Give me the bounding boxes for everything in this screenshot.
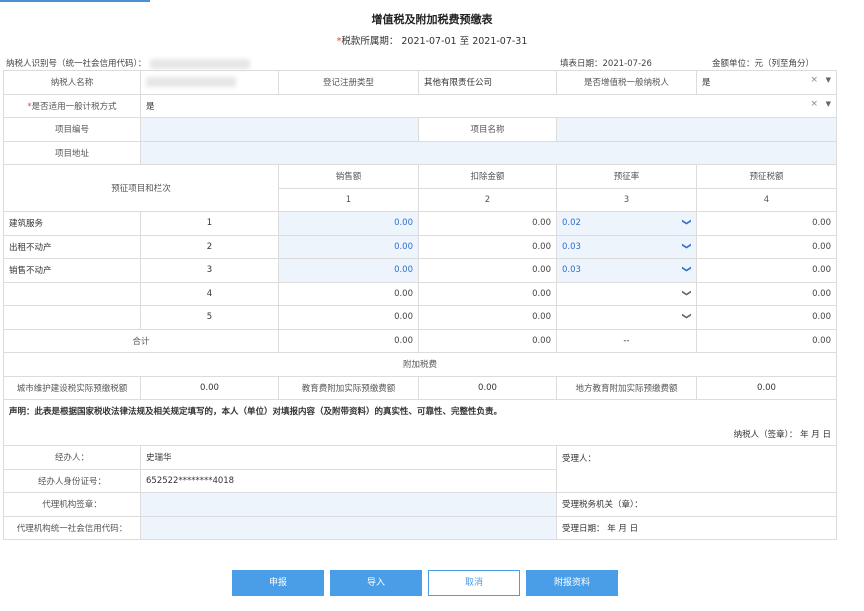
period-from: 2021-07-01 [401, 36, 457, 47]
period-sep: 至 [459, 36, 470, 47]
agency-sign-label: 代理机构签章： [3, 492, 141, 517]
accept-date-label: 受理日期： 年 月 日 [556, 515, 837, 540]
cancel-button[interactable]: 取消 [428, 570, 520, 596]
surtax-section-label: 附加税费 [3, 352, 837, 377]
handler-value: 史瑞华 [140, 445, 557, 470]
period-to: 2021-07-31 [472, 36, 528, 47]
simple-method-select[interactable]: 是 × ▼ [140, 93, 837, 118]
city-tax-label: 城市维护建设税实际预缴税额 [3, 375, 141, 400]
row-simple-method: *是否适用一般计税方式 是 × ▼ [3, 93, 837, 118]
sales-input[interactable]: 0.00 [278, 211, 419, 236]
deduct-value: 0.00 [418, 211, 557, 236]
item-label: 预征项目和栏次 [3, 164, 279, 212]
chevron-down-icon[interactable]: ❯ [681, 242, 691, 250]
total-label: 合计 [3, 328, 279, 353]
dropdown-triangle-icon[interactable]: ▼ [826, 76, 831, 84]
table-row: 出租不动产 2 0.00 0.00 0.03 ❯ 0.00 [3, 234, 837, 259]
chevron-down-icon[interactable]: ❯ [681, 265, 691, 273]
deduct-value: 0.00 [418, 234, 557, 259]
submit-button[interactable]: 申报 [232, 570, 324, 596]
table-row: 5 0.00 0.00 ❯ 0.00 [3, 305, 837, 330]
chevron-down-icon[interactable]: ❯ [681, 289, 691, 297]
project-name-input[interactable] [556, 117, 837, 142]
project-name-label: 项目名称 [418, 117, 557, 142]
agency-code-input[interactable] [140, 515, 557, 540]
local-edu-label: 地方教育附加实际预缴费额 [556, 375, 697, 400]
edu-fee-label: 教育费附加实际预缴费额 [278, 375, 419, 400]
table-row: 4 0.00 0.00 ❯ 0.00 [3, 281, 837, 306]
edu-fee-value: 0.00 [418, 375, 557, 400]
top-accent-line [0, 0, 150, 2]
reg-type-value: 其他有限责任公司 [418, 70, 557, 95]
sales-value: 0.00 [278, 305, 419, 330]
chevron-down-icon[interactable]: ❯ [681, 312, 691, 320]
rate-select[interactable]: ❯ [556, 305, 697, 330]
row-project-addr: 项目地址 [3, 140, 837, 165]
amount-unit: 金额单位：元（列至角分） [712, 59, 815, 69]
sales-input[interactable]: 0.00 [278, 234, 419, 259]
redacted-id [150, 58, 251, 69]
agency-code-label: 代理机构统一社会信用代码： [3, 515, 141, 540]
taxpayer-name-value [140, 70, 279, 95]
agency-sign-input[interactable] [140, 492, 557, 517]
col-deduct: 扣除金额 [418, 164, 557, 189]
project-no-input[interactable] [140, 117, 419, 142]
col-tax: 预征税额 [696, 164, 837, 189]
declaration-text: 声明：此表是根据国家税收法律法规及相关规定填写的，本人（单位）对填报内容（及附带… [3, 399, 837, 423]
row-total: 合计 0.00 0.00 -- 0.00 [3, 328, 837, 353]
general-taxpayer-label: 是否增值税一般纳税人 [556, 70, 697, 95]
taxpayer-id: 纳税人识别号（统一社会信用代码）： [6, 57, 251, 69]
row-project-no: 项目编号 项目名称 [3, 117, 837, 142]
receiver-label: 受理人： [556, 445, 837, 493]
row-taxpayer-name: 纳税人名称 登记注册类型 其他有限责任公司 是否增值税一般纳税人 是 × ▼ [3, 70, 837, 95]
project-no-label: 项目编号 [3, 117, 141, 142]
taxpayer-sign: 纳税人（签章）： 年 月 日 [3, 422, 837, 446]
deduct-value: 0.00 [418, 281, 557, 306]
row-handler: 经办人： 史瑞华 受理人： [3, 445, 837, 493]
period-label: 税款所属期： [341, 36, 399, 47]
row-declaration: 声明：此表是根据国家税收法律法规及相关规定填写的，本人（单位）对填报内容（及附带… [3, 399, 837, 423]
clear-icon[interactable]: × [810, 75, 818, 85]
row-column-headers: 预征项目和栏次 销售额 扣除金额 预征率 预征税额 [3, 164, 837, 212]
handler-label: 经办人： [3, 445, 141, 470]
reg-type-label: 登记注册类型 [278, 70, 419, 95]
rate-select[interactable]: 0.02 ❯ [556, 211, 697, 236]
table-row: 销售不动产 3 0.00 0.00 0.03 ❯ 0.00 [3, 258, 837, 283]
chevron-down-icon[interactable]: ❯ [681, 218, 691, 226]
tax-office-label: 受理税务机关（章）： [556, 492, 837, 517]
prepay-table: 纳税人名称 登记注册类型 其他有限责任公司 是否增值税一般纳税人 是 × ▼ *… [3, 70, 837, 540]
import-button[interactable]: 导入 [330, 570, 422, 596]
table-row: 建筑服务 1 0.00 0.00 0.02 ❯ 0.00 [3, 211, 837, 236]
handler-id-value: 652522********4018 [140, 468, 557, 493]
col-rate: 预征率 [556, 164, 697, 189]
page-title: 增值税及附加税费预缴表 [371, 13, 493, 26]
project-addr-input[interactable] [140, 140, 837, 165]
general-taxpayer-select[interactable]: 是 × ▼ [696, 70, 837, 95]
sales-input[interactable]: 0.00 [278, 258, 419, 283]
fill-date: 填表日期：2021-07-26 [560, 59, 652, 69]
rate-select[interactable]: 0.03 ❯ [556, 258, 697, 283]
project-addr-label: 项目地址 [3, 140, 141, 165]
row-agency-code: 代理机构统一社会信用代码： 受理日期： 年 月 日 [3, 515, 837, 540]
simple-method-label: *是否适用一般计税方式 [3, 93, 141, 118]
row-sign: 纳税人（签章）： 年 月 日 [3, 422, 837, 446]
deduct-value: 0.00 [418, 305, 557, 330]
col-sales: 销售额 [278, 164, 419, 189]
clear-icon[interactable]: × [810, 99, 818, 109]
taxpayer-name-label: 纳税人名称 [3, 70, 141, 95]
row-surtax: 城市维护建设税实际预缴税额 0.00 教育费附加实际预缴费额 0.00 地方教育… [3, 375, 837, 400]
attach-button[interactable]: 附报资料 [526, 570, 618, 596]
tax-period: *税款所属期： 2021-07-01 至 2021-07-31 [336, 36, 528, 47]
row-agency: 代理机构签章： 受理税务机关（章）： [3, 492, 837, 517]
deduct-value: 0.00 [418, 258, 557, 283]
row-surtax-header: 附加税费 [3, 352, 837, 377]
rate-select[interactable]: ❯ [556, 281, 697, 306]
city-tax-value: 0.00 [140, 375, 279, 400]
dropdown-triangle-icon[interactable]: ▼ [826, 100, 831, 108]
sales-value: 0.00 [278, 281, 419, 306]
rate-select[interactable]: 0.03 ❯ [556, 234, 697, 259]
local-edu-value: 0.00 [696, 375, 837, 400]
tax-form-page: 增值税及附加税费预缴表 *税款所属期： 2021-07-01 至 2021-07… [0, 0, 864, 611]
handler-id-label: 经办人身份证号： [3, 468, 141, 493]
